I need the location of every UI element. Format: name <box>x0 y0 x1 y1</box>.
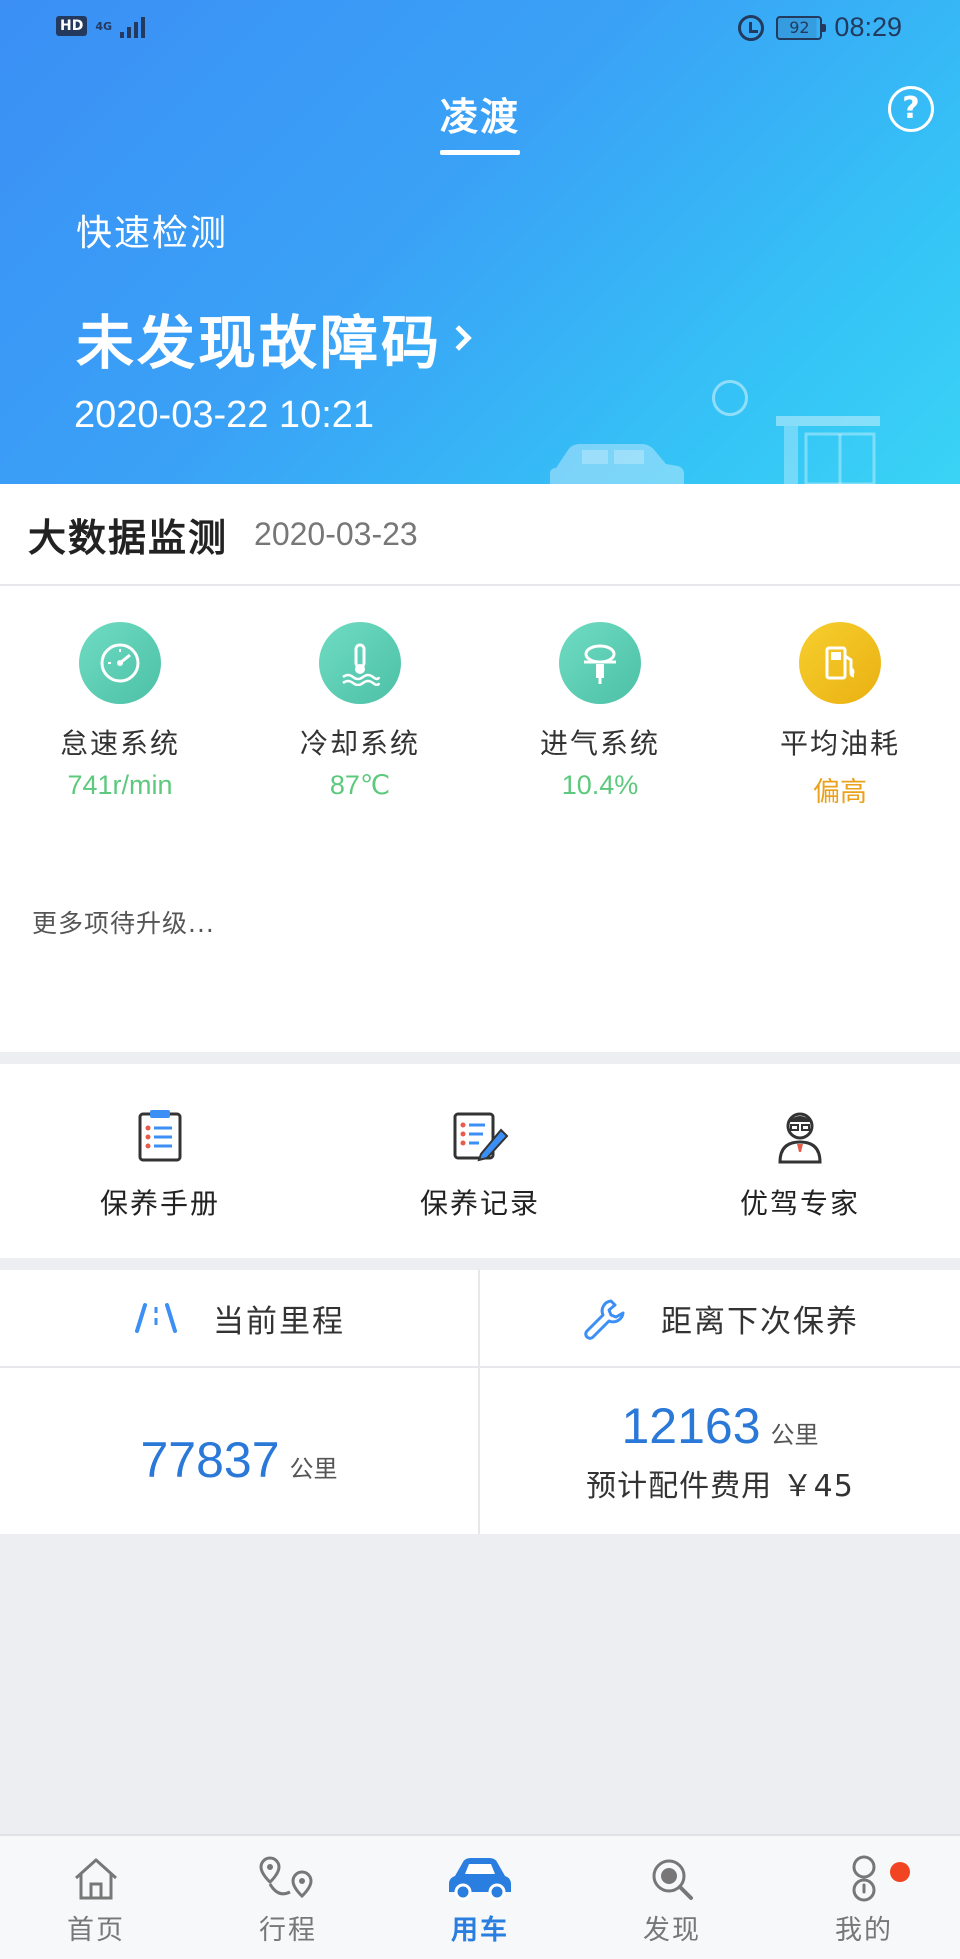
fuel-pump-icon <box>799 622 881 704</box>
next-maintenance-title: 距离下次保养 <box>661 1303 859 1340</box>
service-maintenance-manual[interactable]: 保养手册 <box>0 1064 320 1258</box>
metrics-row: 怠速系统 741r/min 冷却系统 87℃ 进气系统 10.4% 平均油耗 偏… <box>0 622 960 809</box>
thermometer-icon <box>319 622 401 704</box>
tab-mine[interactable]: 我的 <box>768 1836 960 1959</box>
services-row: 保养手册 保养记录 优驾专家 <box>0 1064 960 1258</box>
speedometer-icon <box>79 622 161 704</box>
metric-label: 怠速系统 <box>59 727 180 760</box>
search-icon <box>652 1859 693 1900</box>
current-mileage-header: 当前里程 <box>0 1270 478 1368</box>
status-time: 08:29 <box>834 12 902 42</box>
current-mileage-value: 77837 <box>140 1432 280 1488</box>
mileage-panel: 当前里程 77837 公里 距离下次保养 12163 公里 预计配件费用 ￥45 <box>0 1270 960 1534</box>
metric-label: 平均油耗 <box>779 727 900 760</box>
tab-label: 用车 <box>451 1915 509 1946</box>
tab-discover[interactable]: 发现 <box>576 1836 768 1959</box>
tab-vehicle[interactable]: 用车 <box>384 1836 576 1959</box>
edit-record-icon <box>453 1112 509 1162</box>
metric-label: 进气系统 <box>539 727 660 760</box>
sun-icon <box>712 380 748 416</box>
tab-trips[interactable]: 行程 <box>192 1836 384 1959</box>
current-mileage-title: 当前里程 <box>213 1303 345 1340</box>
tab-label: 行程 <box>259 1915 317 1946</box>
big-data-panel: 大数据监测 2020-03-23 怠速系统 741r/min 冷却系统 87℃ … <box>0 484 960 1052</box>
fault-code-text: 未发现故障码 <box>76 309 443 377</box>
hero-banner: HD 4G 92 08:29 凌渡 ? 快速检测 未发现故障码 2020-03-… <box>0 0 960 484</box>
status-left: HD 4G <box>56 14 146 38</box>
status-bar: HD 4G 92 08:29 <box>0 0 960 58</box>
status-right: 92 08:29 <box>738 12 902 43</box>
next-maintenance-value: 12163 <box>621 1398 761 1454</box>
clipboard-icon <box>138 1110 182 1162</box>
tab-home[interactable]: 首页 <box>0 1836 192 1959</box>
current-mileage-card[interactable]: 当前里程 77837 公里 <box>0 1270 480 1534</box>
tab-label: 我的 <box>835 1915 893 1946</box>
metric-value: 87℃ <box>329 770 391 800</box>
estimated-parts-fee: 预计配件费用 ￥45 <box>586 1461 854 1505</box>
metric-value: 741r/min <box>67 770 173 800</box>
title-underline <box>440 150 520 155</box>
metric-cooling-system[interactable]: 冷却系统 87℃ <box>240 622 480 809</box>
car-icon <box>449 1858 511 1901</box>
battery-icon: 92 <box>776 15 827 40</box>
metric-intake-system[interactable]: 进气系统 10.4% <box>480 622 720 809</box>
next-maintenance-unit: 公里 <box>770 1421 819 1449</box>
bottom-tab-bar: 首页 行程 用车 发现 我的 <box>0 1834 960 1959</box>
page-title[interactable]: 凌渡 <box>0 86 960 141</box>
signal-icon <box>120 14 146 38</box>
more-items-note: 更多项待升级... <box>32 909 215 938</box>
route-map-icon <box>259 1856 313 1899</box>
wrench-icon <box>584 1299 625 1340</box>
service-label: 保养手册 <box>99 1187 220 1220</box>
metric-idle-system[interactable]: 怠速系统 741r/min <box>0 622 240 809</box>
service-maintenance-record[interactable]: 保养记录 <box>320 1064 640 1258</box>
station-illustration-icon <box>776 416 880 484</box>
metric-value: 偏高 <box>813 777 867 807</box>
expert-avatar-icon <box>778 1112 822 1164</box>
hd-indicator: HD <box>56 16 88 36</box>
big-data-header: 大数据监测 2020-03-23 <box>0 484 960 586</box>
next-maintenance-body: 12163 公里 预计配件费用 ￥45 <box>480 1368 960 1534</box>
car-illustration-icon <box>550 444 684 484</box>
next-maintenance-header: 距离下次保养 <box>480 1270 960 1368</box>
fee-value: ￥45 <box>782 1469 854 1504</box>
road-icon <box>135 1303 177 1333</box>
metric-fuel-consumption[interactable]: 平均油耗 偏高 <box>720 622 960 809</box>
current-mileage-body: 77837 公里 <box>0 1368 478 1534</box>
fault-code-status[interactable]: 未发现故障码 <box>76 296 472 380</box>
notification-badge <box>890 1862 910 1882</box>
alarm-icon <box>738 14 765 41</box>
tab-label: 发现 <box>643 1915 701 1946</box>
current-mileage-unit: 公里 <box>289 1455 338 1483</box>
service-label: 优驾专家 <box>739 1187 860 1220</box>
fee-label: 预计配件费用 <box>586 1469 773 1504</box>
network-type: 4G <box>95 19 113 33</box>
check-datetime: 2020-03-22 10:21 <box>74 394 375 436</box>
home-icon <box>74 1858 118 1900</box>
next-maintenance-card[interactable]: 距离下次保养 12163 公里 预计配件费用 ￥45 <box>480 1270 960 1534</box>
service-driving-expert[interactable]: 优驾专家 <box>640 1064 960 1258</box>
metric-label: 冷却系统 <box>299 727 420 760</box>
big-data-date: 2020-03-23 <box>254 515 418 552</box>
tab-label: 首页 <box>67 1915 125 1946</box>
chevron-right-icon <box>446 325 472 351</box>
user-icon <box>852 1855 876 1902</box>
quick-check-label: 快速检测 <box>76 213 229 254</box>
air-intake-icon <box>559 622 641 704</box>
help-button[interactable]: ? <box>888 86 934 132</box>
big-data-title: 大数据监测 <box>28 515 229 560</box>
metric-value: 10.4% <box>561 770 639 800</box>
service-label: 保养记录 <box>419 1187 540 1220</box>
